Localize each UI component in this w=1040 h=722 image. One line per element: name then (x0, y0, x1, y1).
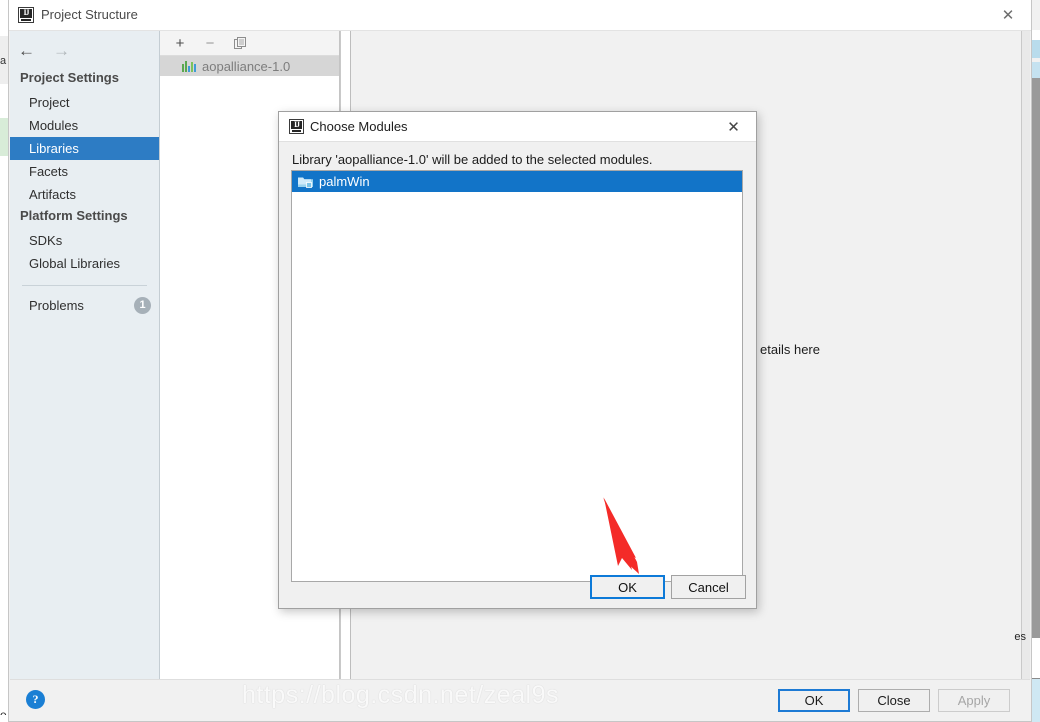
dialog-button-bar: OK Cancel (279, 564, 756, 608)
apply-button[interactable]: Apply (938, 689, 1010, 712)
sidebar-item-problems[interactable]: Problems 1 (10, 294, 159, 317)
library-list-item[interactable]: aopalliance-1.0 (160, 56, 339, 76)
copy-icon-glyph (233, 36, 246, 49)
detail-right-scrollbar[interactable] (1021, 31, 1030, 681)
window-title: Project Structure (41, 7, 138, 22)
detail-text: etails here (760, 342, 820, 357)
dialog-ok-button[interactable]: OK (590, 575, 665, 599)
problems-count-badge: 1 (134, 297, 151, 314)
sidebar-item-artifacts[interactable]: Artifacts (10, 183, 159, 206)
close-button[interactable]: Close (858, 689, 930, 712)
help-icon[interactable]: ? (26, 690, 45, 709)
add-icon[interactable]: + (170, 33, 190, 53)
remove-icon[interactable]: − (200, 33, 220, 53)
intellij-idea-icon-letters: IJ (23, 8, 29, 17)
forward-arrow-icon[interactable]: → (53, 41, 70, 61)
window-titlebar: IJ Project Structure ✕ (9, 0, 1031, 31)
module-list-item[interactable]: palmWin (292, 171, 742, 192)
module-list-item-label: palmWin (319, 174, 370, 189)
copy-icon[interactable] (230, 33, 250, 53)
sidebar-group-project-settings: Project Settings (20, 70, 119, 85)
dialog-close-icon[interactable]: ✕ (711, 112, 756, 141)
sidebar-item-problems-label: Problems (29, 298, 84, 313)
libraries-toolbar: + − (160, 31, 339, 56)
sidebar-item-project[interactable]: Project (10, 91, 159, 114)
detail-text-clip: etails here (760, 341, 1010, 365)
module-folder-icon (298, 176, 313, 188)
close-icon[interactable]: ✕ (985, 0, 1031, 30)
sidebar-item-facets[interactable]: Facets (10, 160, 159, 183)
modules-list[interactable]: palmWin (291, 170, 743, 582)
choose-modules-dialog: IJ Choose Modules ✕ Library 'aopalliance… (278, 111, 757, 609)
window-footer: ? OK Close Apply (10, 679, 1030, 720)
sidebar-group-platform-settings: Platform Settings (20, 208, 128, 223)
settings-sidebar: ← → Project Settings Project Modules Lib… (10, 31, 160, 681)
dialog-titlebar: IJ Choose Modules ✕ (279, 112, 756, 142)
sidebar-divider (22, 285, 147, 286)
sidebar-item-sdks[interactable]: SDKs (10, 229, 159, 252)
sidebar-item-global-libraries[interactable]: Global Libraries (10, 252, 159, 275)
navigation-arrows: ← → (18, 41, 70, 61)
library-list-item-label: aopalliance-1.0 (202, 58, 291, 74)
dialog-description: Library 'aopalliance-1.0' will be added … (292, 152, 653, 167)
intellij-idea-icon-letters: IJ (293, 120, 300, 129)
sidebar-item-libraries[interactable]: Libraries (10, 137, 159, 160)
detail-edge-text: es (1014, 631, 1026, 643)
dialog-title: Choose Modules (310, 119, 408, 134)
module-folder-icon-glyph (298, 177, 313, 188)
library-icon (182, 60, 196, 72)
dialog-cancel-button[interactable]: Cancel (671, 575, 746, 599)
sidebar-item-modules[interactable]: Modules (10, 114, 159, 137)
screenshot-root: a d es e. Web frameworks are detected. /… (0, 0, 1040, 722)
ok-button[interactable]: OK (778, 689, 850, 712)
back-arrow-icon[interactable]: ← (18, 41, 35, 61)
